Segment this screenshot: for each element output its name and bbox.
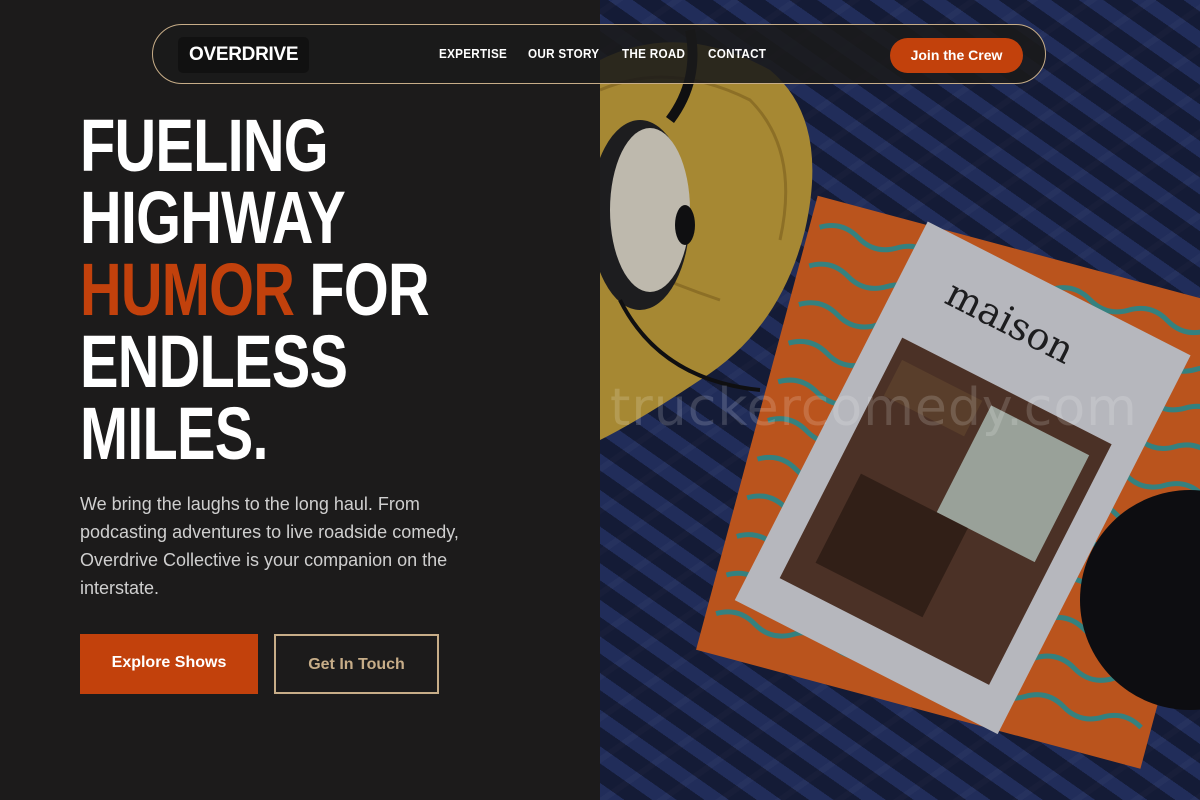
join-the-crew-button[interactable]: Join the Crew <box>890 38 1023 73</box>
top-navigation: OVERDRIVE EXPERTISE OUR STORY THE ROAD C… <box>152 24 1046 84</box>
headline-line-3-rest: FOR <box>294 248 429 331</box>
get-in-touch-button[interactable]: Get In Touch <box>274 634 439 694</box>
nav-link-the-road[interactable]: THE ROAD <box>622 46 685 61</box>
headline-line-5: MILES. <box>80 392 269 475</box>
hero-photo: maison truckercomedy.com <box>600 0 1200 800</box>
headline-line-4: ENDLESS <box>80 320 348 403</box>
brand-logo[interactable]: OVERDRIVE <box>178 37 310 73</box>
hero-description: We bring the laughs to the long haul. Fr… <box>80 494 459 598</box>
headline-accent-word: HUMOR <box>80 248 295 331</box>
headline-line-1: FUELING <box>80 104 329 187</box>
nav-link-expertise[interactable]: EXPERTISE <box>439 46 507 61</box>
watermark-text: truckercomedy.com <box>610 378 1138 438</box>
nav-link-contact[interactable]: CONTACT <box>708 46 766 61</box>
nav-link-our-story[interactable]: OUR STORY <box>528 46 599 61</box>
headline-line-3: HUMOR FOR <box>80 253 430 327</box>
hero-headline: FUELING HIGHWAY HUMOR FOR ENDLESS MILES. <box>80 104 430 475</box>
headline-line-2: HIGHWAY <box>80 176 346 259</box>
explore-shows-button[interactable]: Explore Shows <box>80 634 258 694</box>
